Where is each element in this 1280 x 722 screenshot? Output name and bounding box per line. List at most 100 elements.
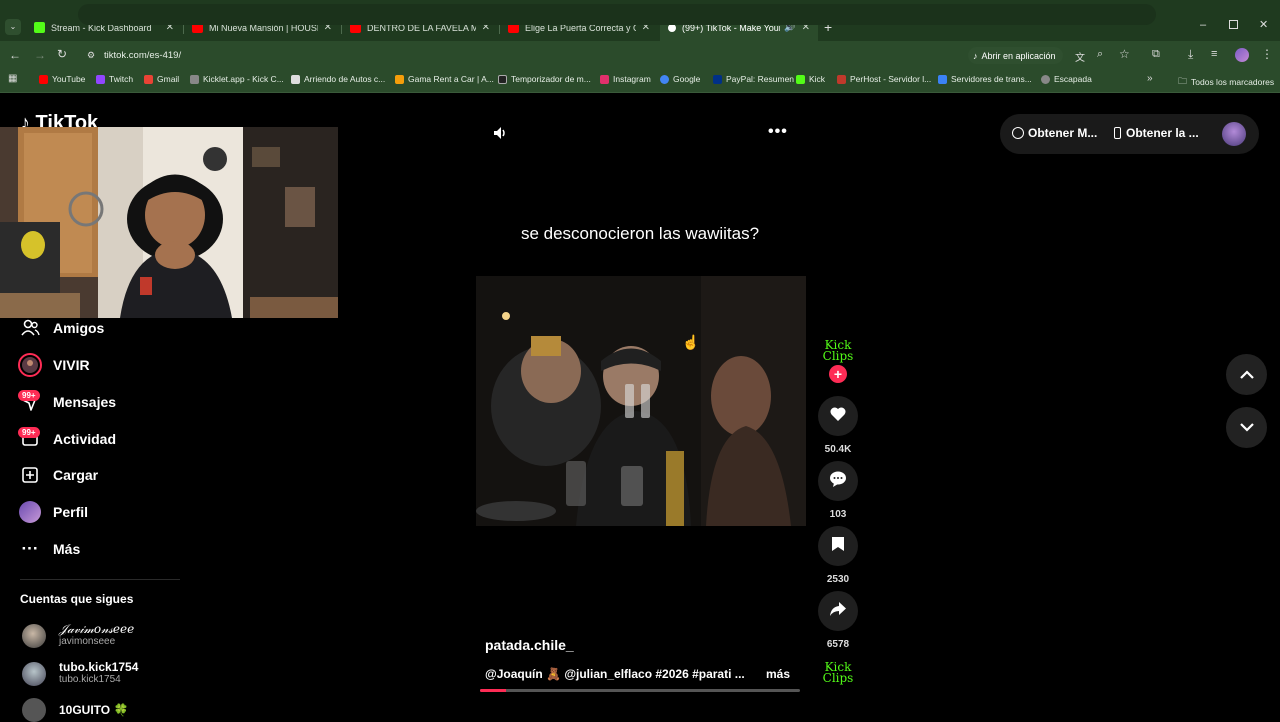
sidebar-item-amigos[interactable]: Amigos (18, 316, 104, 340)
sidebar-item-perfil[interactable]: Perfil (18, 500, 88, 524)
avatar (22, 661, 46, 686)
browser-menu-icon[interactable]: ⋮ (1261, 47, 1273, 61)
media-control-icon[interactable]: ≡ (1211, 48, 1217, 60)
bookmark-twitch[interactable]: Twitch (96, 74, 133, 84)
extensions-icon[interactable]: ⧉ (1152, 48, 1160, 61)
site-info-icon[interactable]: ⚙ (87, 50, 95, 61)
open-in-app-button[interactable]: ♪ Abrir en aplicación (968, 47, 1063, 64)
follow-plus-button[interactable]: + (829, 365, 847, 383)
google-icon (660, 74, 669, 84)
phone-icon (1114, 127, 1121, 139)
sidebar-item-label: Amigos (53, 320, 105, 336)
bookmark-instagram[interactable]: Instagram (600, 74, 651, 84)
chevron-down-icon (1239, 419, 1254, 437)
bookmark-paypal[interactable]: PayPal: Resumen (713, 74, 794, 84)
more-options-icon[interactable]: ••• (768, 123, 788, 141)
bookmark-icon (831, 536, 845, 557)
globe-icon (1041, 74, 1050, 84)
bookmark-label: Kick (809, 74, 826, 84)
share-count: 6578 (826, 639, 850, 650)
get-app-button[interactable]: Obtener la ... (1114, 126, 1199, 140)
kick-clips-avatar[interactable]: Kick Clips (818, 338, 858, 363)
kick-clips-logo: Kick Clips (822, 338, 854, 363)
video-player[interactable] (476, 276, 806, 526)
kick-clips-logo: Kick Clips (822, 660, 854, 685)
close-window-icon[interactable]: ✕ (1259, 18, 1268, 31)
get-coins-label: Obtener M... (1028, 126, 1098, 140)
comment-icon (829, 470, 847, 493)
following-name: 𝒥𝒶𝓋𝒾𝓂𝑜𝓃𝓈𝑒𝑒𝑒 (59, 622, 135, 636)
bookmark-kicklet[interactable]: Kicklet.app - Kick C... (190, 74, 284, 84)
activity-count-badge: 99+ (18, 427, 40, 438)
bookmark-label: Kicklet.app - Kick C... (203, 74, 284, 84)
bookmark-label: Google (673, 74, 701, 84)
page-icon (291, 74, 300, 84)
previous-video-button[interactable] (1226, 354, 1267, 395)
bookmark-perhost[interactable]: PerHost - Servidor l... (837, 74, 931, 84)
youtube-icon (39, 74, 48, 84)
sidebar-item-label: Cargar (53, 467, 99, 483)
video-progress-bar[interactable] (480, 689, 800, 692)
sound-disc[interactable]: Kick Clips (818, 660, 858, 685)
forward-arrow-icon[interactable]: → (34, 48, 46, 62)
url-text[interactable]: tiktok.com/es-419/ (104, 50, 181, 61)
next-video-button[interactable] (1226, 407, 1267, 448)
downloads-icon[interactable]: ⤓ (1188, 47, 1193, 62)
reload-icon[interactable]: ↻ (57, 47, 67, 61)
all-bookmarks-folder[interactable]: 🗀 Todos los marcadores (1178, 74, 1274, 90)
following-handle: javimonseee (59, 636, 116, 647)
avatar (22, 698, 46, 722)
bookmark-arriendo[interactable]: Arriendo de Autos c... (291, 74, 385, 84)
timer-icon (498, 74, 507, 84)
following-item[interactable]: 10GUITO 🍀 (22, 698, 128, 722)
user-avatar[interactable] (1222, 122, 1246, 146)
messages-count-badge: 99+ (18, 390, 40, 401)
coin-icon (1012, 127, 1024, 139)
bookmark-gama[interactable]: Gama Rent a Car | A... (395, 74, 494, 84)
sidebar-item-vivir[interactable]: VIVIR (18, 353, 90, 377)
sidebar-item-label: Perfil (53, 504, 89, 520)
bookmark-temporizador[interactable]: Temporizador de m... (498, 74, 591, 84)
gmail-icon (144, 74, 153, 84)
pause-icon[interactable] (625, 384, 650, 418)
like-button[interactable]: 50.4K (818, 396, 858, 455)
bookmark-label: Gmail (157, 74, 180, 84)
following-item[interactable]: tubo.kick1754 tubo.kick1754 (22, 661, 138, 686)
comment-button[interactable]: 103 (818, 461, 858, 520)
back-arrow-icon[interactable]: ← (9, 48, 21, 62)
tab-search-button[interactable]: ⌄ (5, 19, 21, 35)
bookmark-gmail[interactable]: Gmail (144, 74, 179, 84)
save-count: 2530 (826, 574, 850, 585)
following-item[interactable]: 𝒥𝒶𝓋𝒾𝓂𝑜𝓃𝓈𝑒𝑒𝑒 javimonseee (22, 623, 134, 648)
apps-grid-icon[interactable]: ▦ (8, 73, 17, 84)
bookmark-kick[interactable]: Kick (796, 74, 825, 84)
perhost-icon (837, 74, 846, 84)
folder-icon: 🗀 (1178, 76, 1188, 86)
address-bar[interactable] (78, 4, 1156, 25)
bookmark-label: Escapada (1054, 74, 1092, 84)
restore-window-icon[interactable] (1229, 20, 1238, 29)
webcam-image (0, 127, 338, 318)
bookmark-youtube[interactable]: YouTube (39, 74, 85, 84)
more-icon: ··· (21, 539, 39, 558)
zoom-icon[interactable]: ⌕ (1097, 48, 1103, 61)
sidebar-item-label: Actividad (53, 431, 117, 447)
minimize-window-icon[interactable]: – (1200, 19, 1206, 31)
more-description-link[interactable]: más (766, 667, 790, 681)
bookmark-label: Twitch (109, 74, 134, 84)
more-bookmarks-icon[interactable]: » (1147, 73, 1153, 84)
sidebar-item-cargar[interactable]: Cargar (18, 463, 98, 487)
sidebar-item-mas[interactable]: ··· Más (18, 537, 81, 561)
bookmark-escapada[interactable]: Escapada (1041, 74, 1092, 84)
video-author[interactable]: patada.chile_ (485, 637, 574, 653)
address-toolbar (0, 41, 1280, 69)
browser-profile-avatar[interactable] (1235, 48, 1249, 62)
translate-icon[interactable]: 文 (1075, 49, 1085, 64)
volume-icon[interactable] (492, 125, 508, 146)
bookmark-servidores[interactable]: Servidores de trans... (938, 74, 1032, 84)
share-button[interactable]: 6578 (818, 591, 858, 650)
bookmark-google[interactable]: Google (660, 74, 700, 84)
get-coins-button[interactable]: Obtener M... (1012, 126, 1097, 140)
bookmark-star-icon[interactable]: ☆ (1119, 47, 1130, 61)
save-button[interactable]: 2530 (818, 526, 858, 585)
